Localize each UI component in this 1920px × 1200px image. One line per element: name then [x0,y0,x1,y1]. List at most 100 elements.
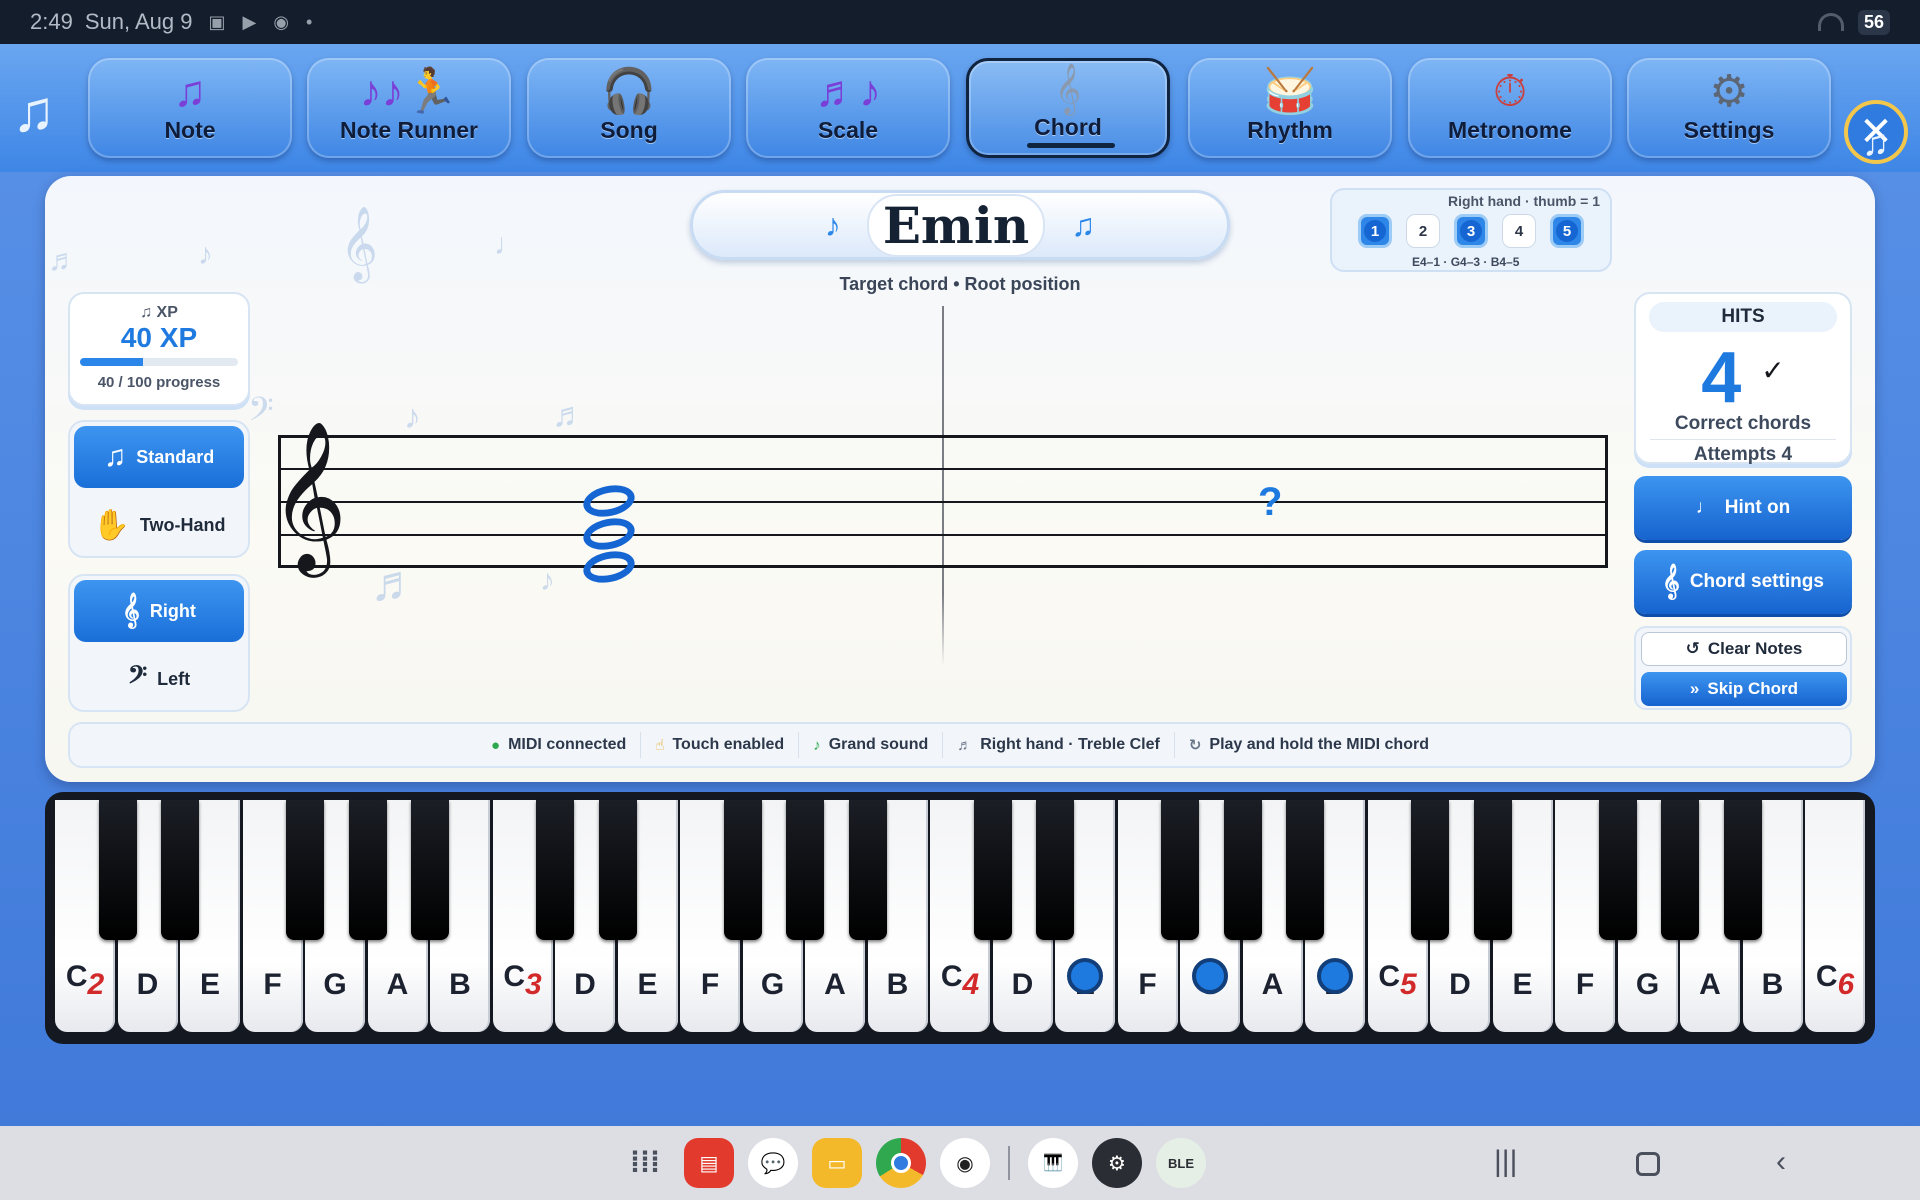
piano-key-d#5[interactable] [1473,800,1512,940]
piano-key-f#4[interactable] [1161,800,1199,940]
midi-status-dot-icon: ● [491,736,501,754]
tab-label: Song [600,117,658,143]
app-drawer-icon[interactable]: ⁞⁞⁞ [620,1138,670,1188]
hand-right[interactable]: 𝄞 Right [74,580,244,642]
piano-key-c#2[interactable] [98,800,137,940]
double-chevron-icon: » [1689,679,1700,698]
tab-note[interactable]: ♫ Note [88,58,292,158]
tab-metronome[interactable]: ⏱ Metronome [1408,58,1612,158]
key-label: E [199,968,220,1001]
tab-rhythm[interactable]: 🥁 Rhythm [1188,58,1392,158]
mode-two-hand-label: Two-Hand [139,514,226,535]
ble-app-icon[interactable]: BLE [1156,1138,1206,1188]
question-mark-icon: ? [1258,480,1283,524]
finger-2: 2 [1406,214,1440,248]
back-icon[interactable]: ‹ [1776,1145,1786,1179]
background-note-icon: ♪ [198,238,213,271]
notes-app-icon[interactable]: ▤ [684,1138,734,1188]
xp-value: 40 XP [120,322,198,353]
key-label: A [1261,968,1284,1001]
piano-key-g#4[interactable] [1223,800,1262,940]
tab-song[interactable]: 🎧 Song [527,58,731,158]
tab-note-runner[interactable]: ♪♪🏃 Note Runner [307,58,511,158]
staff-line [281,501,1605,503]
hint-button[interactable]: ♩ Hint on [1634,476,1852,540]
tab-scale[interactable]: ♬♪ Scale [746,58,950,158]
refresh-icon: ↺ [1685,639,1700,658]
status-chip-hand: ♬ Right hand · Treble Clef [942,732,1174,758]
chip-label: MIDI connected [508,736,627,753]
chord-settings-label: Chord settings [1689,571,1824,592]
piano-key-c#4[interactable] [973,800,1012,940]
top-navigation: ♫ ♫ Note ♪♪🏃 Note Runner 🎧 Song ♬♪ Scale… [0,44,1920,172]
piano-key-g#5[interactable] [1661,800,1699,940]
mode-standard[interactable]: ♫ Standard [74,426,244,488]
hand-left-label: Left [157,668,191,689]
check-icon: ✓ [1761,355,1785,386]
key-label: F [700,968,720,1001]
piano-key-c#3[interactable] [536,800,574,940]
staff-line [281,534,1605,536]
hits-value: 4 ✓ [1701,338,1785,418]
piano-key-a#4[interactable] [1286,800,1324,940]
pointing-hand-icon: ☝ [655,737,665,754]
key-label: D [574,968,596,1001]
chrome-app-icon[interactable] [876,1138,926,1188]
piano-key-g#2[interactable] [348,800,387,940]
xp-label: ♫ XP [140,304,178,321]
gear-icon: ⚙ [1709,67,1749,116]
key-label: D [136,968,159,1001]
tab-label: Chord [1034,114,1102,140]
background-note-icon: ♬ [552,396,586,434]
hits-card: HITS 4 ✓ Correct chords Attempts 4 [1634,292,1852,466]
bass-clef-icon: 𝄢 [127,662,148,695]
piano-key-d#4[interactable] [1036,800,1074,940]
piano-key-a#3[interactable] [848,800,887,940]
fingering-header: Right hand · thumb = 1 [1447,193,1600,209]
piano-key-c#5[interactable] [1411,800,1449,940]
xp-progress-fill [80,358,144,366]
piano-key-f#5[interactable] [1598,800,1637,940]
mode-selector: ♫ Standard ✋ Two-Hand [68,420,250,558]
background-note-icon: ♪ [404,398,421,436]
piano-key-d#3[interactable] [598,800,637,940]
key-label: F [263,968,282,1001]
piano-key-g#3[interactable] [786,800,824,940]
piano-key-f#3[interactable] [723,800,762,940]
tab-label: Note [164,117,216,143]
notification-icons: ▣ ▶ ◉ • [208,11,319,32]
wifi-icon [1817,13,1844,31]
skip-chord-button[interactable]: » Skip Chord [1641,672,1847,706]
tab-settings[interactable]: ⚙ Settings [1627,58,1831,158]
xp-progress-bar [80,358,238,366]
tab-chord[interactable]: 𝄞 Chord [966,58,1170,158]
background-clef-icon: 𝄞 [340,207,378,279]
mode-two-hand[interactable]: ✋ Two-Hand [70,492,248,556]
chord-settings-button[interactable]: 𝄞 Chord settings [1634,550,1852,614]
drum-icon: 🥁 [1262,67,1318,116]
piano-key-f#2[interactable] [286,800,324,940]
hits-caption: Correct chords [1674,413,1812,434]
messages-app-icon[interactable]: 💬 [748,1138,798,1188]
recents-icon[interactable]: ||| [1494,1145,1517,1179]
action-group: ↺ Clear Notes » Skip Chord [1634,626,1852,710]
piano-key-a#5[interactable] [1723,800,1762,940]
tab-label: Note Runner [340,117,478,143]
piano-key-c6[interactable]: C6 [1805,800,1865,1032]
piano-key-d#2[interactable] [161,800,199,940]
camera-app-icon[interactable]: ◉ [940,1138,990,1188]
piano-key-a#2[interactable] [411,800,449,940]
background-note-icon: ♪ [540,564,555,597]
settings-app-icon[interactable]: ⚙ [1092,1138,1142,1188]
status-date: Sun, Aug 9 [84,9,193,34]
hint-label: Hint on [1724,497,1791,518]
system-status-bar: 2:49 Sun, Aug 9 ▣ ▶ ◉ • 56 [0,0,1920,44]
hand-left[interactable]: 𝄢 Left [70,646,248,710]
highlight-dot-g4 [1192,958,1228,994]
attempts-count: Attempts 4 [1650,439,1836,466]
clear-notes-button[interactable]: ↺ Clear Notes [1641,632,1847,666]
key-label: F [1138,968,1157,1001]
piano-app-icon[interactable]: 🎹 [1028,1138,1078,1188]
files-app-icon[interactable]: ▭ [812,1138,862,1188]
home-icon[interactable] [1636,1152,1660,1176]
